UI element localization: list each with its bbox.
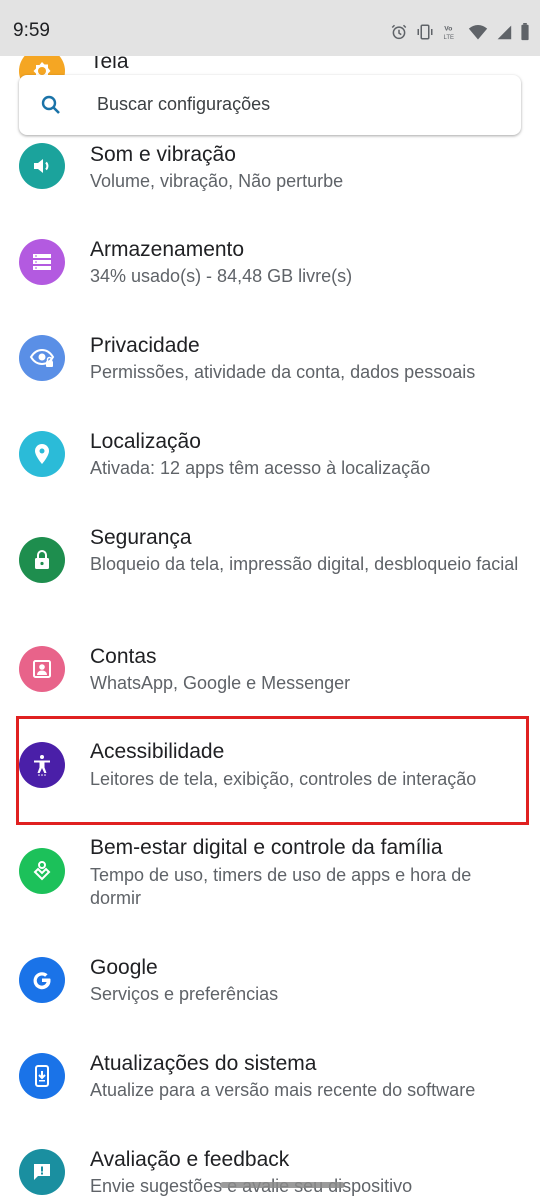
settings-item-digital-wellbeing[interactable]: Bem-estar digital e controle da família … xyxy=(0,836,540,926)
feedback-icon xyxy=(19,1149,65,1195)
settings-item-feedback[interactable]: Avaliação e feedback Envie sugestões e a… xyxy=(0,1147,540,1200)
lock-icon xyxy=(19,537,65,583)
settings-item-subtitle: Volume, vibração, Não perturbe xyxy=(90,171,344,191)
wifi-icon xyxy=(468,23,488,41)
alarm-icon xyxy=(390,23,408,41)
search-input[interactable]: Buscar configurações xyxy=(97,94,270,115)
search-icon xyxy=(39,93,63,122)
settings-item-accessibility[interactable]: Acessibilidade Leitores de tela, exibiçã… xyxy=(0,739,540,809)
status-bar: 9:59 Vo LTE xyxy=(0,0,540,56)
settings-item-location[interactable]: Localização Ativada: 12 apps têm acesso … xyxy=(0,429,540,499)
settings-item-subtitle: WhatsApp, Google e Messenger xyxy=(90,673,351,693)
settings-item-title: Armazenamento xyxy=(90,238,245,261)
accessibility-icon xyxy=(19,742,65,788)
settings-list[interactable]: Tela Som e vibração Volume, vibração, Nã… xyxy=(0,0,540,1200)
settings-item-google[interactable]: Google Serviços e preferências xyxy=(0,955,540,1025)
settings-item-sound[interactable]: Som e vibração Volume, vibração, Não per… xyxy=(0,140,540,210)
gesture-nav-handle[interactable] xyxy=(220,1182,345,1188)
settings-item-title: Avaliação e feedback xyxy=(90,1148,290,1171)
settings-item-title: Acessibilidade xyxy=(90,740,225,763)
wellbeing-icon xyxy=(19,848,65,894)
settings-item-title: Google xyxy=(90,956,158,979)
volume-icon xyxy=(19,143,65,189)
settings-item-system-updates[interactable]: Atualizações do sistema Atualize para a … xyxy=(0,1051,540,1121)
location-pin-icon xyxy=(19,431,65,477)
google-g-icon xyxy=(19,957,65,1003)
vibrate-icon xyxy=(416,23,434,41)
settings-item-subtitle: Ativada: 12 apps têm acesso à localizaçã… xyxy=(90,458,431,478)
settings-item-title: Privacidade xyxy=(90,334,200,357)
search-bar[interactable]: Buscar configurações xyxy=(19,75,521,135)
account-box-icon xyxy=(19,646,65,692)
storage-icon xyxy=(19,239,65,285)
settings-item-subtitle: Tempo de uso, timers de uso de apps e ho… xyxy=(90,865,472,908)
settings-item-title: Som e vibração xyxy=(90,143,236,166)
cell-signal-icon xyxy=(496,23,512,41)
settings-item-title: Atualizações do sistema xyxy=(90,1052,317,1075)
status-time: 9:59 xyxy=(13,20,50,41)
settings-item-privacy[interactable]: Privacidade Permissões, atividade da con… xyxy=(0,333,540,403)
status-icons: Vo LTE xyxy=(390,20,530,44)
svg-text:LTE: LTE xyxy=(444,35,455,41)
settings-item-security[interactable]: Segurança Bloqueio da tela, impressão di… xyxy=(0,525,540,615)
volte-icon: Vo LTE xyxy=(442,23,460,41)
svg-text:Vo: Vo xyxy=(444,26,452,33)
settings-item-title: Segurança xyxy=(90,526,192,549)
battery-icon xyxy=(520,23,530,41)
settings-item-storage[interactable]: Armazenamento 34% usado(s) - 84,48 GB li… xyxy=(0,236,540,306)
settings-item-title: Localização xyxy=(90,430,201,453)
settings-item-accounts[interactable]: Contas WhatsApp, Google e Messenger xyxy=(0,644,540,714)
settings-item-subtitle: Leitores de tela, exibição, controles de… xyxy=(90,769,477,789)
privacy-eye-icon xyxy=(19,335,65,381)
settings-item-subtitle: Serviços e preferências xyxy=(90,984,279,1004)
settings-item-title: Bem-estar digital e controle da família xyxy=(90,836,443,859)
settings-item-subtitle: Bloqueio da tela, impressão digital, des… xyxy=(90,554,519,574)
settings-item-subtitle: 34% usado(s) - 84,48 GB livre(s) xyxy=(90,266,353,286)
settings-item-subtitle: Permissões, atividade da conta, dados pe… xyxy=(90,362,476,382)
settings-item-subtitle: Atualize para a versão mais recente do s… xyxy=(90,1080,476,1100)
settings-item-title: Contas xyxy=(90,645,157,668)
system-update-icon xyxy=(19,1053,65,1099)
